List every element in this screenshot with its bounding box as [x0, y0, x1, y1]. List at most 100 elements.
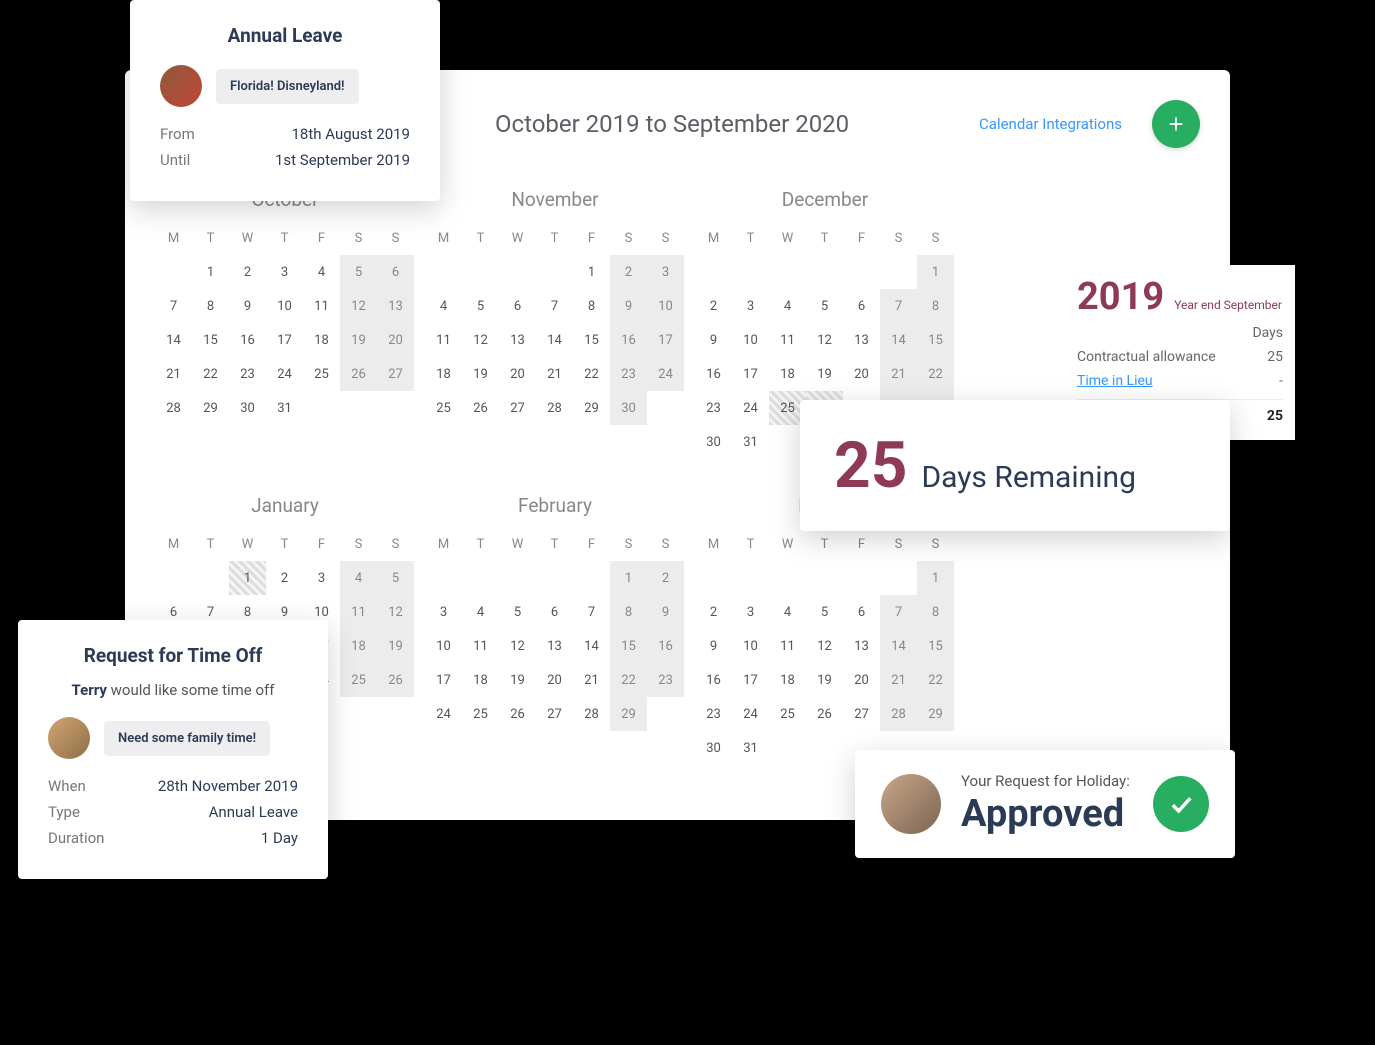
day-cell[interactable]: 1: [573, 255, 610, 289]
day-cell[interactable]: 3: [266, 255, 303, 289]
day-cell[interactable]: 4: [340, 561, 377, 595]
day-cell[interactable]: 8: [917, 289, 954, 323]
day-cell[interactable]: 16: [647, 629, 684, 663]
day-cell[interactable]: 14: [536, 323, 573, 357]
day-cell[interactable]: 4: [769, 289, 806, 323]
day-cell[interactable]: 12: [462, 323, 499, 357]
day-cell[interactable]: 29: [192, 391, 229, 425]
day-cell[interactable]: 24: [647, 357, 684, 391]
day-cell[interactable]: 9: [695, 323, 732, 357]
day-cell[interactable]: 10: [732, 323, 769, 357]
day-cell[interactable]: 7: [155, 289, 192, 323]
day-cell[interactable]: 25: [303, 357, 340, 391]
day-cell[interactable]: 30: [610, 391, 647, 425]
day-cell[interactable]: 3: [303, 561, 340, 595]
day-cell[interactable]: 7: [573, 595, 610, 629]
day-cell[interactable]: 19: [806, 357, 843, 391]
day-cell[interactable]: 18: [303, 323, 340, 357]
day-cell[interactable]: 28: [155, 391, 192, 425]
day-cell[interactable]: 21: [155, 357, 192, 391]
day-cell[interactable]: 16: [695, 663, 732, 697]
day-cell[interactable]: 18: [340, 629, 377, 663]
day-cell[interactable]: 4: [425, 289, 462, 323]
day-cell[interactable]: 12: [806, 323, 843, 357]
day-cell[interactable]: 29: [917, 697, 954, 731]
day-cell[interactable]: 18: [769, 357, 806, 391]
day-cell[interactable]: 5: [499, 595, 536, 629]
day-cell[interactable]: 10: [647, 289, 684, 323]
day-cell[interactable]: 6: [843, 289, 880, 323]
day-cell[interactable]: 25: [425, 391, 462, 425]
day-cell[interactable]: 24: [425, 697, 462, 731]
day-cell[interactable]: 18: [462, 663, 499, 697]
day-cell[interactable]: 5: [462, 289, 499, 323]
day-cell[interactable]: 4: [462, 595, 499, 629]
day-cell[interactable]: 28: [536, 391, 573, 425]
day-cell[interactable]: 23: [647, 663, 684, 697]
day-cell[interactable]: 5: [806, 289, 843, 323]
day-cell[interactable]: 1: [917, 255, 954, 289]
calendar-integrations-link[interactable]: Calendar Integrations: [979, 115, 1122, 133]
day-cell[interactable]: 9: [647, 595, 684, 629]
day-cell[interactable]: 23: [695, 697, 732, 731]
day-cell[interactable]: 5: [806, 595, 843, 629]
day-cell[interactable]: 7: [880, 595, 917, 629]
day-cell[interactable]: 2: [266, 561, 303, 595]
day-cell[interactable]: 22: [917, 663, 954, 697]
day-cell[interactable]: 19: [340, 323, 377, 357]
day-cell[interactable]: 31: [732, 425, 769, 459]
day-cell[interactable]: 23: [229, 357, 266, 391]
day-cell[interactable]: 5: [377, 561, 414, 595]
day-cell[interactable]: 12: [499, 629, 536, 663]
day-cell[interactable]: 20: [843, 357, 880, 391]
day-cell[interactable]: 5: [340, 255, 377, 289]
day-cell[interactable]: 14: [155, 323, 192, 357]
day-cell[interactable]: 19: [806, 663, 843, 697]
day-cell[interactable]: 22: [192, 357, 229, 391]
day-cell[interactable]: 12: [340, 289, 377, 323]
day-cell[interactable]: 15: [610, 629, 647, 663]
day-cell[interactable]: 30: [695, 425, 732, 459]
day-cell[interactable]: 11: [462, 629, 499, 663]
day-cell[interactable]: 6: [536, 595, 573, 629]
day-cell[interactable]: 8: [610, 595, 647, 629]
day-cell[interactable]: 1: [610, 561, 647, 595]
day-cell[interactable]: 22: [610, 663, 647, 697]
day-cell[interactable]: 12: [806, 629, 843, 663]
day-cell[interactable]: 6: [843, 595, 880, 629]
day-cell[interactable]: 9: [695, 629, 732, 663]
day-cell[interactable]: 3: [732, 289, 769, 323]
day-cell[interactable]: 3: [647, 255, 684, 289]
day-cell[interactable]: 21: [880, 357, 917, 391]
day-cell[interactable]: 9: [610, 289, 647, 323]
day-cell[interactable]: 15: [917, 323, 954, 357]
day-cell[interactable]: 25: [340, 663, 377, 697]
day-cell[interactable]: 26: [806, 697, 843, 731]
day-cell[interactable]: 16: [229, 323, 266, 357]
day-cell[interactable]: 29: [610, 697, 647, 731]
day-cell[interactable]: 20: [536, 663, 573, 697]
day-cell[interactable]: 19: [499, 663, 536, 697]
day-cell[interactable]: 27: [843, 697, 880, 731]
day-cell[interactable]: 12: [377, 595, 414, 629]
day-cell[interactable]: 28: [573, 697, 610, 731]
day-cell[interactable]: 13: [536, 629, 573, 663]
day-cell[interactable]: 21: [573, 663, 610, 697]
day-cell[interactable]: 24: [732, 391, 769, 425]
day-cell[interactable]: 26: [340, 357, 377, 391]
day-cell[interactable]: 26: [462, 391, 499, 425]
day-cell[interactable]: 4: [303, 255, 340, 289]
day-cell[interactable]: 29: [573, 391, 610, 425]
day-cell[interactable]: 16: [610, 323, 647, 357]
day-cell[interactable]: 14: [880, 629, 917, 663]
day-cell[interactable]: 14: [573, 629, 610, 663]
day-cell[interactable]: 8: [573, 289, 610, 323]
day-cell[interactable]: 24: [266, 357, 303, 391]
day-cell[interactable]: 9: [229, 289, 266, 323]
day-cell[interactable]: 10: [266, 289, 303, 323]
day-cell[interactable]: 20: [843, 663, 880, 697]
day-cell[interactable]: 24: [732, 697, 769, 731]
day-cell[interactable]: 22: [573, 357, 610, 391]
day-cell[interactable]: 19: [377, 629, 414, 663]
day-cell[interactable]: 13: [843, 629, 880, 663]
